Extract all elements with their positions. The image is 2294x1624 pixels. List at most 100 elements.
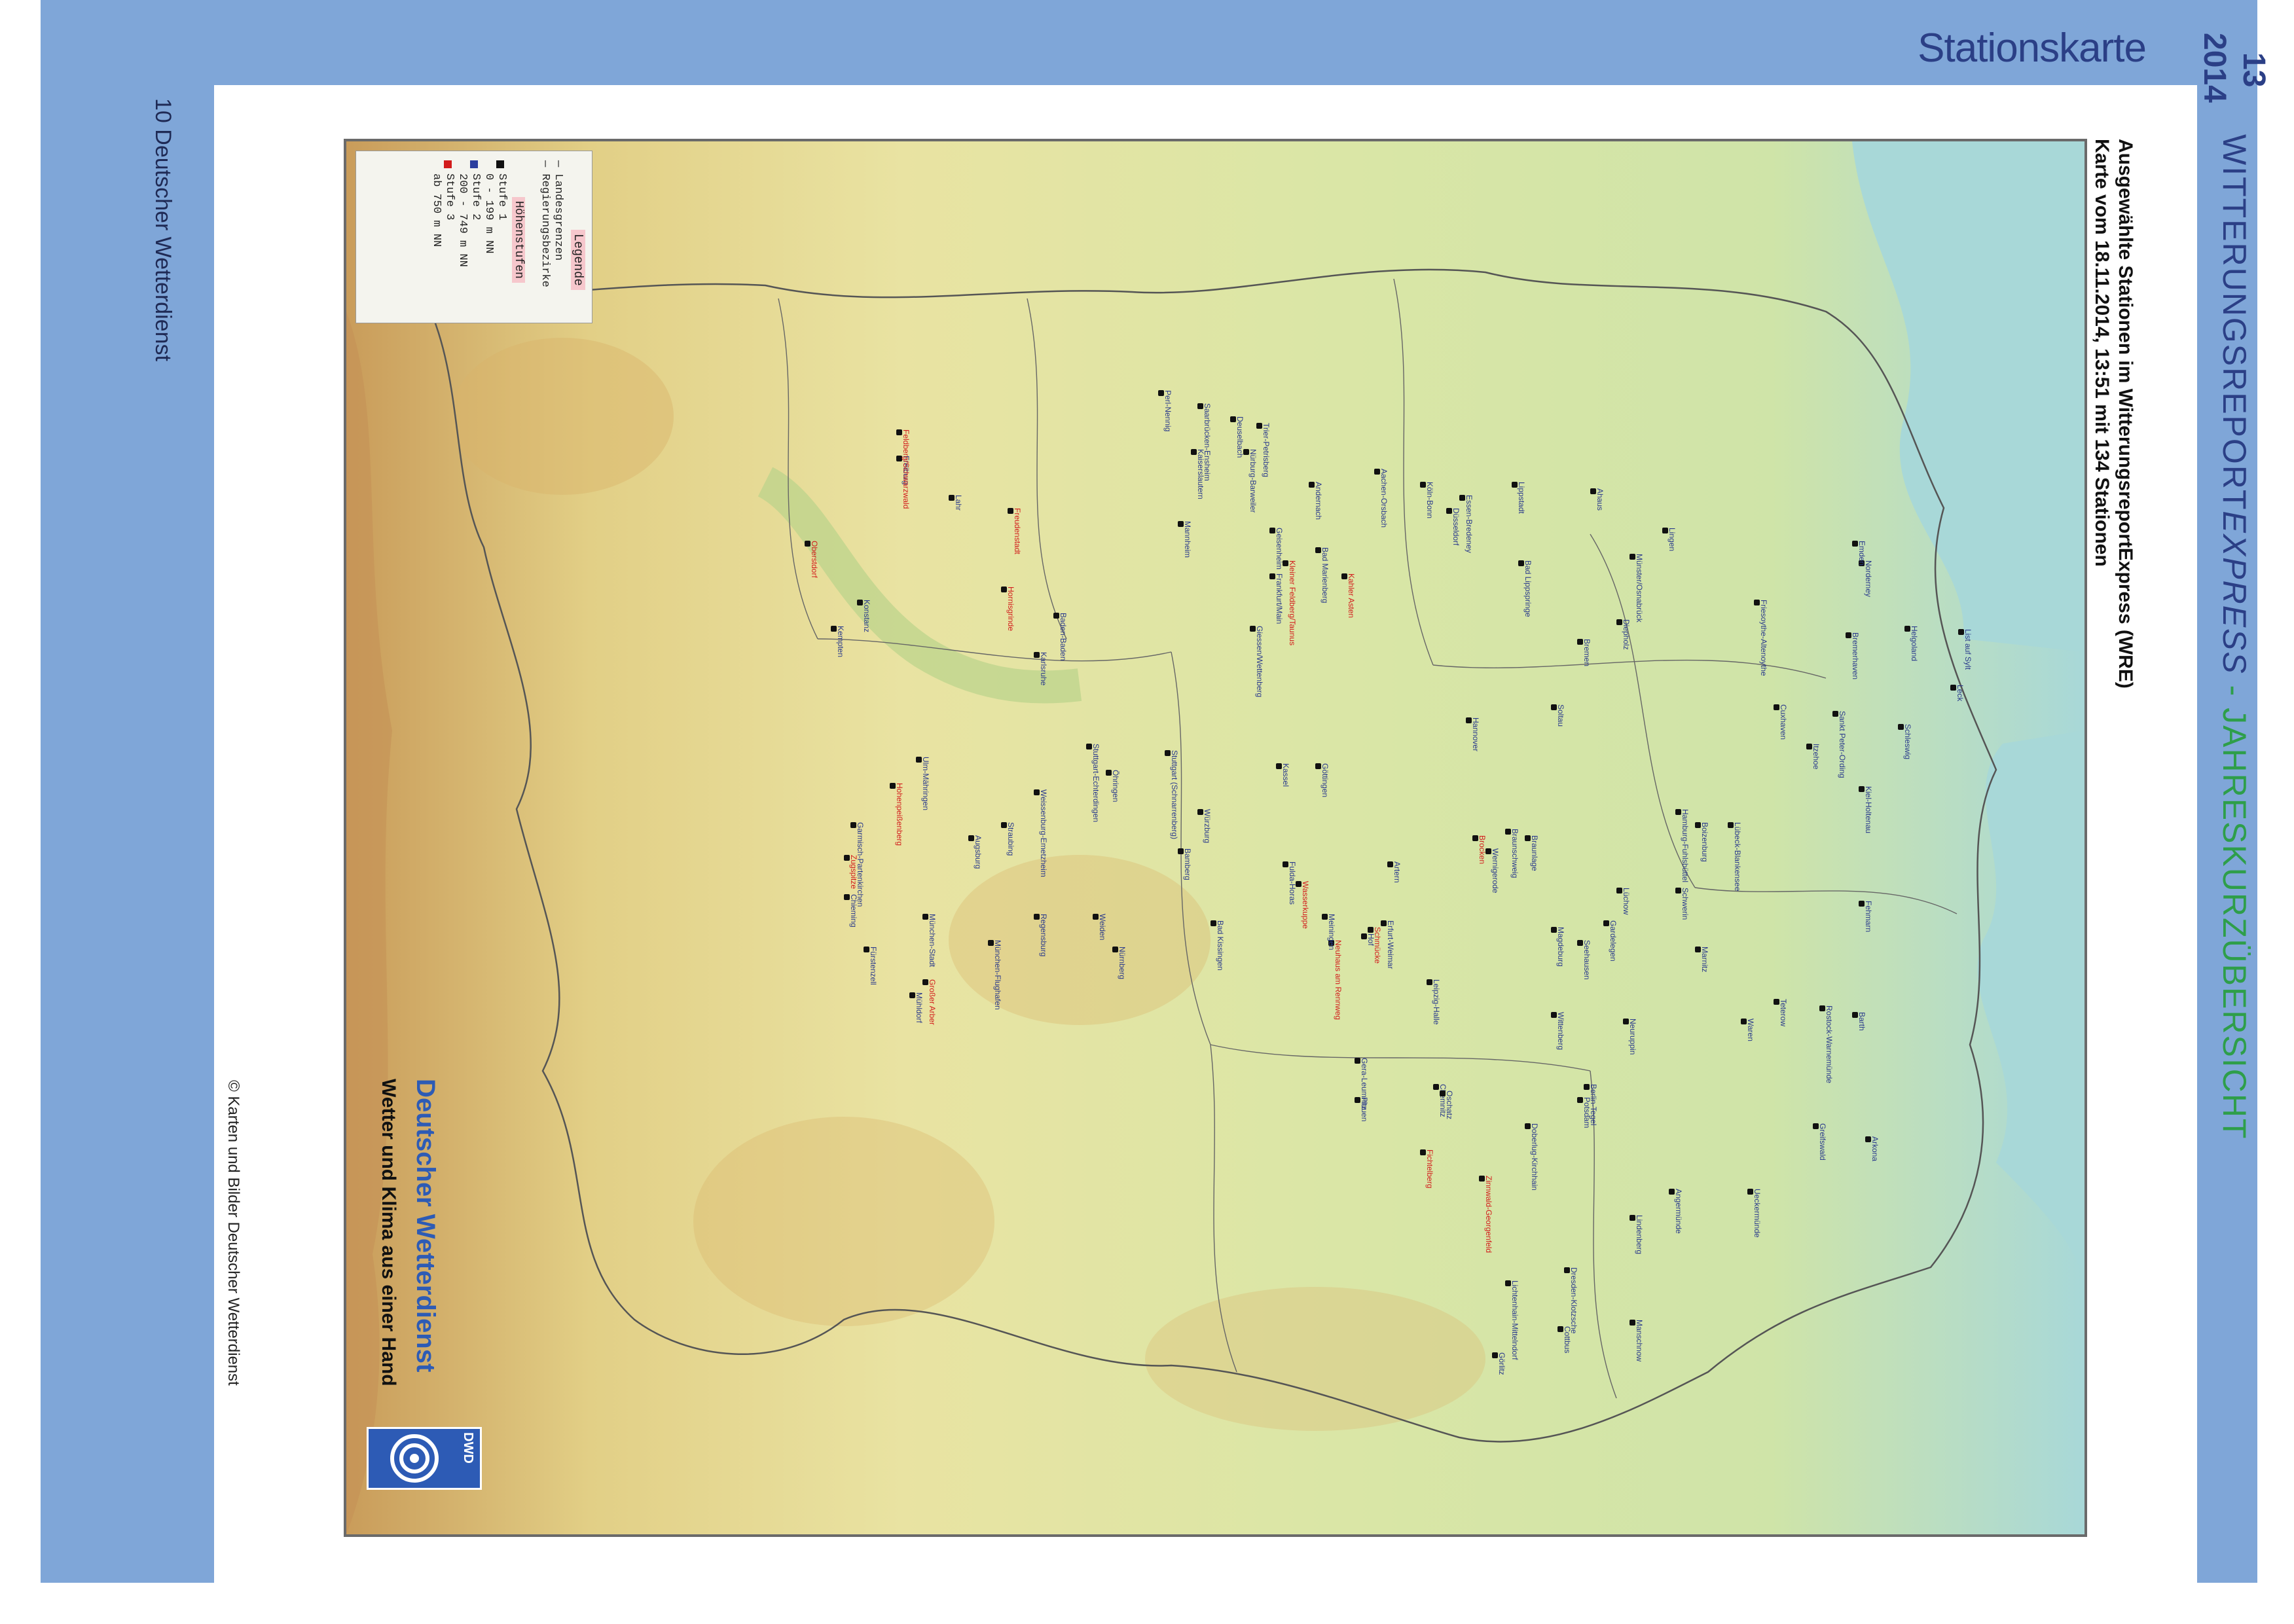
station-label: Aachen-Orsbach: [1379, 469, 1389, 528]
station-label: Frankfurt/Main: [1275, 573, 1284, 624]
station-label: Fulda-Horas: [1288, 861, 1297, 905]
station-label: Teterow: [1779, 999, 1788, 1027]
station-label: Würzburg: [1203, 809, 1212, 844]
station-label: Leipzig-Halle: [1432, 979, 1441, 1025]
bavarian-forest-relief: [693, 1117, 994, 1326]
legend-title: Legende: [571, 230, 585, 290]
station-label: Hannover: [1471, 717, 1480, 752]
report-title-main: WITTERUNGSREPORT: [2216, 134, 2253, 511]
station-label: Essen-Bredeney: [1465, 495, 1474, 553]
station-label: Waren: [1746, 1019, 1755, 1041]
relief-map-background: [346, 141, 2085, 1534]
legend-line-district-border: — Regierungsbezirke: [539, 160, 551, 287]
station-label: Lindenberg: [1635, 1215, 1644, 1255]
station-label: Köln-Bonn: [1425, 482, 1434, 519]
station-label: München-Stadt: [928, 914, 937, 967]
map-title-line1: Ausgewählte Stationen im Witterungsrepor…: [2115, 139, 2136, 689]
station-label: Kahler Asten: [1347, 573, 1356, 619]
header-band: [41, 0, 2201, 85]
station-label: Doberlug-Kirchhain: [1530, 1123, 1539, 1191]
station-label: Kaiserslautern: [1196, 449, 1205, 499]
station-label: Weissenburg-Emetzheim: [1039, 789, 1048, 877]
station-label: Lahr: [954, 495, 963, 511]
legend-level-1: Stufe 1: [496, 173, 508, 221]
page-number: 13: [2236, 52, 2271, 88]
station-label: Lippstadt: [1517, 482, 1526, 514]
legend-level-2: Stufe 2: [469, 173, 482, 221]
station-label: Artern: [1393, 861, 1402, 883]
station-label: Garmisch-Partenkirchen: [856, 822, 865, 907]
station-label: Emden: [1857, 541, 1866, 566]
station-label: Schleswig: [1903, 724, 1912, 760]
station-label: Geisenheim: [1275, 528, 1284, 570]
station-label: Ueckermünde: [1753, 1189, 1762, 1238]
legend-level-1-range: 0 - 199 m NN: [482, 173, 495, 254]
station-label: Neuruppin: [1628, 1019, 1637, 1055]
station-label: Boizenburg: [1700, 822, 1709, 862]
station-label: Straubing: [1006, 822, 1015, 856]
station-label: Lichtenhain-Mittelndorf: [1510, 1280, 1520, 1360]
station-label: Mannheim: [1183, 521, 1192, 558]
station-label: Deuselbach: [1235, 416, 1245, 458]
report-title: WITTERUNGSREPORTEXPRESS - JAHRESKURZÜBER…: [2215, 134, 2253, 1140]
station-label: Bremerhaven: [1851, 632, 1860, 680]
station-label: Stuttgart (Schnarrenberg): [1170, 750, 1179, 840]
station-label: Hornisgrinde: [1006, 586, 1015, 632]
station-label: Bremen: [1582, 639, 1592, 667]
station-label: Göttingen: [1320, 763, 1330, 798]
station-label: Kiel-Holtenau: [1864, 786, 1873, 834]
station-label: Düsseldorf: [1451, 508, 1461, 546]
station-label: Konstanz: [862, 600, 871, 633]
station-label: Manschnow: [1635, 1320, 1644, 1362]
station-label: Gardelegen: [1609, 920, 1618, 962]
station-label: Dresden-Klotzsche: [1569, 1267, 1578, 1334]
station-label: Fehmarn: [1864, 901, 1873, 933]
station-label: Wernigerode: [1491, 848, 1500, 893]
station-label: Gera-Leumnitz: [1360, 1058, 1369, 1110]
station-label: Freudenstadt: [1013, 508, 1022, 554]
station-label: Itzehoe: [1812, 744, 1821, 770]
report-title-sub: - JAHRESKURZÜBERSICHT: [2216, 674, 2253, 1140]
station-label: Ulm-Mähringen: [921, 757, 930, 811]
station-label: Braunschweig: [1510, 829, 1520, 878]
station-label: Karlsruhe: [1039, 652, 1048, 686]
left-page-label: 10 Deutscher Wetterdienst: [151, 98, 175, 361]
station-label: Augsburg: [974, 835, 983, 869]
station-label: Lingen: [1667, 528, 1677, 552]
legend-level-3: Stufe 3: [443, 173, 456, 221]
legend-line-state-border: — Landesgrenzen: [552, 160, 564, 261]
legend-level-2-range: 200 - 749 m NN: [456, 173, 469, 267]
station-label: München-Flughafen: [993, 940, 1002, 1010]
station-label: Mühldorf: [915, 992, 924, 1023]
station-label: Nürnberg: [1118, 947, 1127, 980]
station-label: Wasserkuppe: [1301, 881, 1310, 929]
station-label: Braunlage: [1530, 835, 1539, 871]
station-label: Greifswald: [1818, 1123, 1827, 1161]
legend-swatch-level-2: [470, 160, 478, 168]
station-label: Barth: [1857, 1012, 1866, 1031]
station-label: Angermünde: [1674, 1189, 1683, 1234]
station-label: Öhringen: [1111, 770, 1120, 803]
station-label: Baden-Baden: [1059, 613, 1068, 661]
report-title-express: EXPRESS: [2216, 511, 2253, 675]
station-label: Erfurt-Weimar: [1386, 920, 1395, 969]
station-label: Soltau: [1556, 704, 1565, 727]
station-label: Diepholz: [1622, 619, 1631, 650]
station-label: Stuttgart-Echterdingen: [1091, 744, 1101, 823]
station-label: Leck: [1956, 685, 1965, 702]
station-label: Kempten: [836, 626, 845, 658]
station-label: Hof: [1366, 933, 1375, 946]
station-label: Rostock-Warnemünde: [1825, 1005, 1834, 1083]
report-year: 2014: [2197, 33, 2232, 103]
station-label: Fürstenzell: [869, 947, 878, 985]
station-label: Perl-Nennig: [1163, 390, 1173, 432]
legend-heights-title: Höhenstufen: [512, 197, 525, 283]
legend-swatch-level-1: [496, 160, 504, 168]
station-label: Großer Arber: [928, 979, 937, 1026]
station-label: Kassel: [1281, 763, 1290, 787]
station-label: Andernach: [1314, 482, 1323, 520]
station-label: Münster/Osnabrück: [1635, 554, 1644, 623]
station-label: Hamburg-Fuhlsbüttel: [1681, 809, 1690, 883]
station-label: Seehausen: [1582, 940, 1592, 980]
station-label: Zinnwald-Georgenfeld: [1484, 1176, 1493, 1254]
